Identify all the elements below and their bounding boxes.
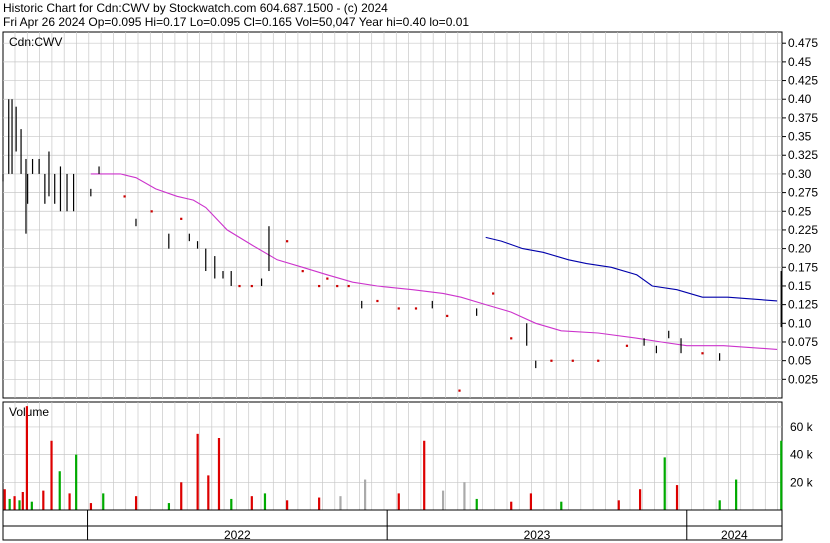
volume-bar [18,500,21,510]
price-tick-dot [286,240,289,243]
chart-header-quote: Fri Apr 26 2024 Op=0.095 Hi=0.17 Lo=0.09… [3,15,469,29]
year-axis-band [2,509,783,541]
price-tick-dot [318,284,321,288]
year-label: 2023 [524,528,551,542]
price-tick-dot [492,292,495,295]
price-tick-label: 0.225 [788,223,818,237]
price-tick-dot [301,270,304,273]
volume-bar [529,493,533,510]
volume-bar [134,496,138,510]
volume-bar [663,457,666,510]
price-tick-dot [414,307,418,310]
price-tick-dot [397,307,400,310]
year-label: 2022 [224,528,251,542]
volume-bar [30,501,33,510]
volume-panel: 20 k 40 k 60 k Volume [2,401,814,511]
price-tick-label: 0.20 [788,242,812,256]
price-tick-dot [510,337,513,340]
volume-bar [25,406,29,510]
price-tick-label: 0.30 [788,167,812,181]
price-tick-label: 0.15 [788,279,812,293]
price-tick-label: 0.35 [788,130,812,144]
price-tick-dot [446,314,449,318]
price-tick-dot [326,277,329,280]
price-tick-dot [336,284,339,288]
volume-bar [13,496,16,510]
volume-tick-label: 20 k [790,475,814,489]
volume-bar [230,498,233,510]
volume-bar [318,497,321,510]
volume-panel-title: Volume [9,405,49,419]
price-tick-label: 0.175 [788,260,818,274]
volume-bar [21,492,24,510]
price-panel: 0.025 0.05 0.075 0.10 0.125 0.15 0.175 0.20 0.22… [2,31,818,399]
price-tick-label: 0.45 [788,55,812,69]
volume-bar [364,479,367,510]
price-tick-label: 0.40 [788,92,812,106]
price-tick-label: 0.125 [788,298,818,312]
volume-bar [58,471,61,510]
price-tick-label: 0.325 [788,148,818,162]
price-tick-dot [250,284,253,288]
volume-bar [475,498,478,510]
price-tick-label: 0.275 [788,186,818,200]
volume-bar [42,490,45,510]
volume-bar [510,501,513,510]
volume-bar [89,503,93,510]
volume-tick-label: 60 k [790,420,814,434]
price-tick-dot [150,210,153,213]
price-tick-dot [180,217,183,220]
price-tick-label: 0.05 [788,354,812,368]
price-tick-label: 0.075 [788,335,818,349]
volume-bar [68,493,71,510]
year-axis: 2022 2023 2024 [2,509,783,542]
price-tick-dot [571,359,574,362]
volume-tick-label: 40 k [790,448,814,462]
volume-bar [675,485,679,510]
volume-bar [718,500,721,510]
price-tick-dot [238,284,241,288]
price-tick-dot [458,389,461,392]
chart-header-title: Historic Chart for Cdn:CWV by Stockwatch… [3,1,388,15]
volume-bar [286,500,289,510]
year-label: 2024 [721,528,748,542]
price-tick-dot [376,299,379,303]
volume-bar [75,454,78,510]
volume-bar [423,440,426,510]
price-tick-dot [701,352,704,355]
volume-bar [167,503,171,510]
price-panel-title: Cdn:CWV [9,35,62,49]
price-tick-dot [123,195,126,198]
price-tick-label: 0.10 [788,316,812,330]
price-tick-label: 0.375 [788,111,818,125]
volume-bar [102,493,105,510]
volume-bar [638,489,642,510]
volume-bar [207,475,210,510]
price-tick-label: 0.025 [788,372,818,386]
stock-chart: Historic Chart for Cdn:CWV by Stockwatch… [2,1,818,542]
volume-bar [250,496,253,510]
volume-bar [735,479,738,510]
price-tick-dot [550,359,553,362]
volume-bar [3,489,6,510]
volume-bar [463,482,466,510]
volume-bar [617,500,620,510]
volume-bar [560,501,563,510]
volume-bar [339,496,342,510]
volume-bar [780,440,783,510]
price-tick-dot [347,284,350,288]
price-tick-dot [625,344,629,347]
price-tick-label: 0.25 [788,204,812,218]
price-tick-label: 0.425 [788,74,818,88]
volume-bar [441,490,445,510]
volume-bar [50,440,53,510]
volume-bar [397,493,400,510]
price-tick-dot [597,359,600,362]
volume-bar [263,493,267,510]
volume-bar [8,498,11,510]
volume-bar [217,438,221,510]
volume-bar [180,482,183,510]
volume-bar [196,433,199,510]
price-tick-label: 0.475 [788,36,818,50]
